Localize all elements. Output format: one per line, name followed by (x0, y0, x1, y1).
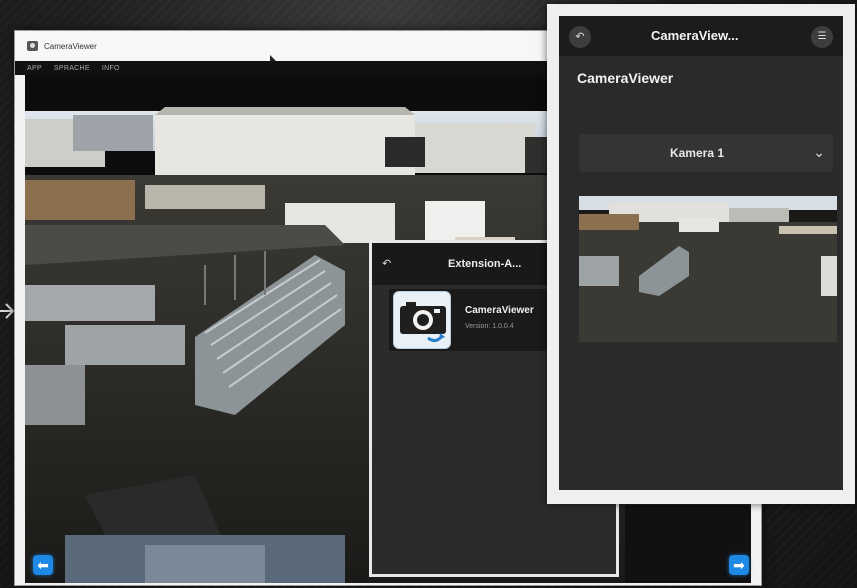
back-icon: ↶ (575, 31, 585, 43)
app-title: CameraViewer (577, 70, 674, 86)
arrow-right-icon: ➡ (733, 557, 745, 573)
menu-list-icon: ☰ (817, 31, 827, 42)
extension-header-title: Extension-A... (448, 258, 522, 270)
next-camera-button[interactable]: ➡ (729, 555, 749, 575)
back-icon[interactable]: ↶ (382, 257, 391, 270)
camera-feed-preview (579, 196, 837, 342)
menu-info[interactable]: INFO (102, 65, 120, 72)
prev-camera-button[interactable]: ⬅ (33, 555, 53, 575)
arrow-left-icon: ⬅ (37, 557, 49, 573)
extension-name: CameraViewer (465, 305, 534, 316)
camera-select-value: Kamera 1 (669, 146, 725, 160)
camera-icon (393, 291, 451, 349)
extension-version: Version: 1.0.0.4 (465, 323, 514, 330)
menu-app[interactable]: APP (27, 65, 42, 72)
back-button[interactable]: ↶ (569, 26, 591, 48)
camera-select[interactable]: Kamera 1 ⌄ (579, 134, 833, 172)
menu-button[interactable]: ☰ (811, 26, 833, 48)
app-icon (27, 41, 38, 51)
phone-header: ↶ CameraView... ☰ (559, 16, 843, 56)
chevron-down-icon: ⌄ (813, 144, 825, 160)
pointer-arrow-icon (0, 303, 14, 319)
menu-sprache[interactable]: SPRACHE (54, 65, 90, 72)
window-title: CameraViewer (44, 41, 97, 51)
phone-header-title: CameraView... (651, 28, 739, 43)
phone-panel: ↶ CameraView... ☰ CameraViewer Kamera 1 … (547, 4, 855, 504)
camera-preview-image (579, 196, 837, 342)
